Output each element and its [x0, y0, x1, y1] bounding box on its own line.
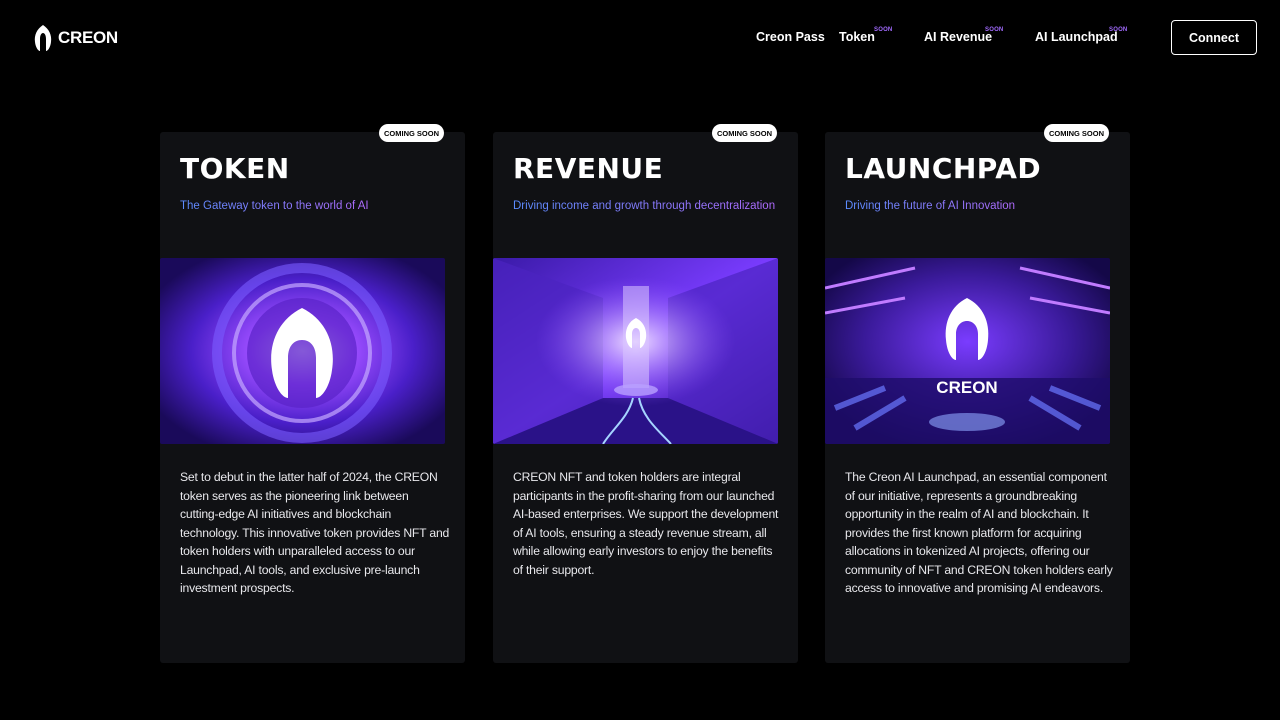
- launchpad-image-brand-text: CREON: [936, 378, 997, 397]
- nav-item-ai-launchpad[interactable]: AI Launchpad: [1035, 30, 1118, 44]
- card-subtitle: Driving the future of AI Innovation: [845, 200, 1016, 212]
- connect-button[interactable]: Connect: [1171, 20, 1257, 55]
- launchpad-hall-image: CREON: [825, 258, 1110, 444]
- token-portal-image: [160, 258, 445, 444]
- nav-soon-badge: SOON: [1109, 27, 1128, 33]
- nav-item-token[interactable]: Token: [839, 30, 875, 44]
- card-description: Set to debut in the latter half of 2024,…: [180, 470, 450, 595]
- nav-soon-badge: SOON: [874, 27, 893, 33]
- card-launchpad: COMING SOON LAUNCHPAD Driving the future…: [825, 124, 1130, 663]
- revenue-corridor-image: [493, 258, 778, 444]
- top-nav: Creon Pass Token SOON AI Revenue SOON AI…: [0, 27, 1280, 48]
- card-title: TOKEN: [180, 152, 290, 185]
- card-subtitle: The Gateway token to the world of AI: [180, 200, 369, 212]
- card-subtitle: Driving income and growth through decent…: [513, 200, 776, 212]
- nav-item-creon-pass[interactable]: Creon Pass: [756, 30, 825, 44]
- coming-soon-badge: COMING SOON: [711, 124, 777, 142]
- card-description: CREON NFT and token holders are integral…: [513, 470, 779, 577]
- coming-soon-badge: COMING SOON: [378, 124, 444, 142]
- card-token: COMING SOON TOKEN The Gateway token to t…: [160, 124, 465, 663]
- card-description: The Creon AI Launchpad, an essential com…: [845, 470, 1113, 595]
- coming-soon-badge: COMING SOON: [1043, 124, 1109, 142]
- card-title: LAUNCHPAD: [845, 152, 1042, 185]
- card-revenue: COMING SOON REVENUE Driving income and g…: [493, 124, 798, 663]
- card-title: REVENUE: [513, 152, 664, 185]
- nav-item-ai-revenue[interactable]: AI Revenue: [924, 30, 992, 44]
- header: CREON Creon Pass Token SOON AI Revenue S…: [0, 0, 1280, 76]
- nav-soon-badge: SOON: [985, 27, 1004, 33]
